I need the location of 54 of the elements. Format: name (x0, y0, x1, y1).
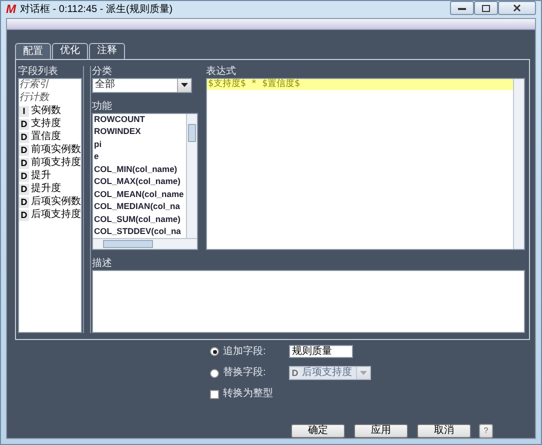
field-name-input[interactable]: 规则质量 (289, 345, 353, 358)
field-list-item[interactable]: 前项支持度 (31, 157, 81, 170)
expression-text: $支持度$ * $置信度$ (207, 78, 513, 90)
expression-editor[interactable]: $支持度$ * $置信度$ (206, 78, 525, 250)
field-list-label: 字段列表 (18, 66, 59, 78)
field-type-icon: D (19, 184, 29, 195)
field-type-icon: D (19, 119, 29, 130)
field-list-item[interactable]: 行计数 (19, 92, 81, 105)
help-button[interactable]: ? (479, 424, 493, 438)
category-label: 分类 (92, 66, 113, 78)
replace-field-dropdown[interactable]: D 后项支持度 (289, 366, 371, 380)
function-list-item[interactable]: COL_MEAN(col_name (93, 188, 186, 202)
tab[interactable]: 配置 (15, 42, 51, 59)
expression-label: 表达式 (206, 66, 237, 78)
function-list-item[interactable]: pi (93, 138, 186, 152)
field-list-item[interactable]: 后项支持度 (31, 209, 81, 222)
field-list-item[interactable]: 后项实例数 (31, 196, 81, 208)
field-type-icon: D (19, 132, 29, 143)
function-list-item[interactable]: COL_SUM(col_name) (93, 214, 186, 226)
field-type-icon: D (19, 171, 29, 182)
field-type-icon: D (19, 210, 29, 221)
description-label: 描述 (92, 258, 113, 270)
dialog-button[interactable]: 确定 (291, 424, 345, 438)
category-dropdown[interactable]: 全部 (92, 78, 192, 93)
function-list-item[interactable]: ROWCOUNT (93, 114, 186, 126)
field-type-icon: D (19, 158, 29, 169)
field-list-item[interactable]: 实例数 (31, 105, 61, 118)
tab[interactable]: 注释 (89, 42, 125, 59)
field-type-icon: D (290, 368, 300, 378)
option-label: 追加字段: (223, 346, 267, 358)
field-list-item[interactable]: 行索引 (19, 78, 81, 92)
option-label: 替换字段: (223, 367, 267, 379)
function-list-item[interactable]: COL_STDDEV(col_na (93, 226, 186, 238)
function-list-item[interactable]: COL_MAX(col_name) (93, 176, 186, 189)
field-type-icon: D (19, 197, 29, 208)
function-list-item[interactable]: COL_MIN(col_name) (93, 164, 186, 176)
field-type-icon: D (19, 145, 29, 156)
function-list-item[interactable]: COL_MEDIAN(col_na (93, 201, 186, 214)
dialog-button[interactable]: 应用 (354, 424, 408, 438)
function-list-item[interactable]: ROWINDEX (93, 126, 186, 139)
field-list-item[interactable]: 前项实例数 (31, 144, 81, 156)
app-logo: M (6, 2, 16, 17)
function-label: 功能 (92, 100, 113, 113)
checkbox-label: 转换为整型 (223, 388, 273, 400)
dialog-button[interactable]: 取消 (417, 424, 471, 438)
field-list-item[interactable]: 置信度 (31, 131, 61, 144)
field-list-item[interactable]: 提升度 (31, 183, 61, 196)
window-title: 对话框 - 0:112:45 - 派生(规则质量) (20, 4, 173, 16)
tab[interactable]: 优化 (52, 42, 88, 59)
dropdown-value: 后项支持度 (302, 367, 352, 379)
field-list-item[interactable]: 提升 (31, 170, 51, 182)
function-list-item[interactable]: e (93, 151, 186, 164)
field-list-item[interactable]: 支持度 (31, 118, 61, 130)
field-type-icon: I (19, 106, 29, 117)
